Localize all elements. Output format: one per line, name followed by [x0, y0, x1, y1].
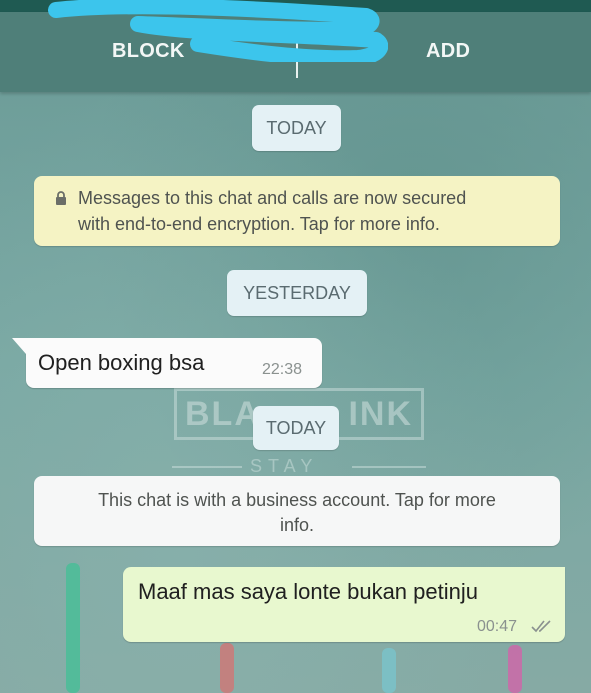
- date-label: TODAY: [265, 417, 327, 438]
- business-notice-line1: This chat is with a business account. Ta…: [98, 490, 496, 510]
- lock-icon: [55, 187, 67, 212]
- watermark-line-right: [352, 466, 426, 468]
- wallpaper-stripe-cyan: [382, 648, 396, 693]
- business-notice-line2: info.: [279, 515, 315, 535]
- bubble-tail: [12, 338, 26, 354]
- outgoing-message[interactable]: Maaf mas saya lonte bukan petinju 00:47: [123, 567, 565, 642]
- message-time: 22:38: [262, 361, 303, 378]
- watermark-line-left: [172, 466, 242, 468]
- encryption-notice-line2: with end-to-end encryption. Tap for more…: [78, 214, 440, 234]
- watermark-sub-text: STAY: [250, 456, 319, 476]
- watermark-right-text: INK: [348, 394, 413, 433]
- date-label: TODAY: [266, 117, 327, 138]
- wallpaper-stripe-green: [66, 563, 80, 693]
- incoming-message[interactable]: Open boxing bsa 22:38: [12, 338, 322, 388]
- wallpaper-stripe-red: [220, 643, 234, 693]
- redaction-scribble: [48, 0, 388, 62]
- date-divider-today: TODAY: [253, 406, 339, 450]
- date-divider-yesterday: YESTERDAY: [227, 270, 367, 316]
- encryption-notice-line1: Messages to this chat and calls are now …: [78, 188, 467, 208]
- message-text: Maaf mas saya lonte bukan petinju: [138, 579, 478, 604]
- date-divider-today: TODAY: [252, 105, 341, 151]
- encryption-notice[interactable]: Messages to this chat and calls are now …: [34, 176, 560, 246]
- message-text: Open boxing bsa: [38, 350, 205, 375]
- business-account-notice[interactable]: This chat is with a business account. Ta…: [34, 476, 560, 546]
- wallpaper-stripe-pink: [508, 645, 522, 693]
- add-button[interactable]: ADD: [426, 40, 470, 63]
- double-check-icon: [531, 620, 551, 633]
- watermark-left-text: BLA: [185, 394, 261, 433]
- date-label: YESTERDAY: [243, 282, 351, 303]
- message-time: 00:47: [477, 618, 518, 635]
